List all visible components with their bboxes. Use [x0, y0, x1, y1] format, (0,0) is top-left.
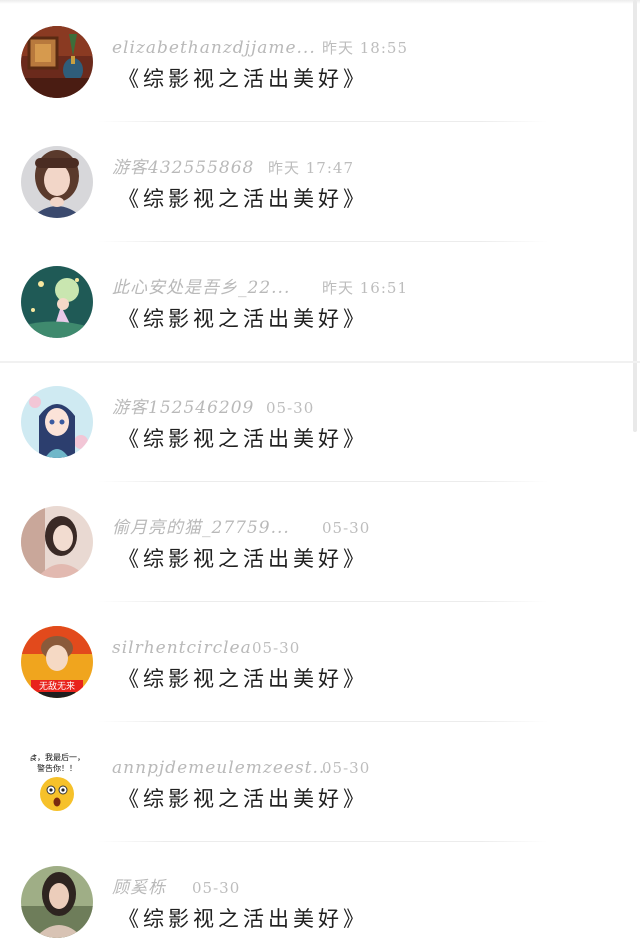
comment-screen: elizabethanzdjjame... 昨天 18:55 《综影视之活出美好… [0, 0, 640, 951]
username[interactable]: 顾奚栎 [112, 878, 166, 898]
comment-meta: 顾奚栎 05-30 [112, 876, 239, 900]
comment-item[interactable]: 食，我最后一， 警告你！！ annpjdemeulemzeest... 05-3… [0, 722, 630, 842]
comment-text: 《综影视之活出美好》 [118, 667, 368, 691]
timestamp: 05-30 [192, 879, 241, 897]
username[interactable]: silrhentcirclea [112, 638, 252, 658]
username[interactable]: elizabethanzdjjame... [112, 38, 316, 58]
comment-item[interactable]: 此心安处是吾乡_22... 昨天 16:51 《综影视之活出美好》 [0, 242, 630, 362]
idol-avatar[interactable]: 无敌无来 [21, 626, 93, 698]
comment-text: 《综影视之活出美好》 [118, 787, 368, 811]
lantern-avatar[interactable] [21, 26, 93, 98]
comment-meta: annpjdemeulemzeest... 05-30 [112, 756, 369, 780]
idol-badge-text: 无敌无来 [39, 680, 75, 692]
username[interactable]: 此心安处是吾乡_22... [112, 278, 290, 298]
emoji-meme-avatar[interactable]: 食，我最后一， 警告你！！ [21, 746, 93, 818]
comment-item[interactable]: 游客432555868 昨天 17:47 《综影视之活出美好》 [0, 122, 630, 242]
anime-girl-avatar[interactable] [21, 386, 93, 458]
comment-text: 《综影视之活出美好》 [118, 187, 368, 211]
comment-text: 《综影视之活出美好》 [118, 907, 368, 931]
timestamp: 昨天 16:51 [322, 279, 408, 297]
timestamp: 05-30 [322, 519, 371, 537]
comment-text: 《综影视之活出美好》 [118, 427, 368, 451]
comment-meta: elizabethanzdjjame... 昨天 18:55 [112, 36, 407, 60]
comment-meta: silrhentcirclea 05-30 [112, 636, 299, 660]
fairy-avatar[interactable] [21, 266, 93, 338]
woman-photo-avatar[interactable] [21, 506, 93, 578]
meme-text-line2: 警告你！！ [37, 763, 77, 773]
comment-meta: 偷月亮的猫_27759... 05-30 [112, 516, 369, 540]
timestamp: 昨天 18:55 [322, 39, 408, 57]
timestamp: 05-30 [322, 759, 371, 777]
portrait-avatar[interactable] [21, 866, 93, 938]
username[interactable]: 游客152546209 [112, 398, 254, 418]
comment-item[interactable]: elizabethanzdjjame... 昨天 18:55 《综影视之活出美好… [0, 2, 630, 122]
girl-avatar[interactable] [21, 146, 93, 218]
timestamp: 05-30 [252, 639, 301, 657]
comment-item[interactable]: 游客152546209 05-30 《综影视之活出美好》 [0, 362, 630, 482]
comment-text: 《综影视之活出美好》 [118, 547, 368, 571]
comment-item[interactable]: 无敌无来 silrhentcirclea 05-30 《综影视之活出美好》 [0, 602, 630, 722]
comment-meta: 此心安处是吾乡_22... 昨天 16:51 [112, 276, 407, 300]
comment-item[interactable]: 偷月亮的猫_27759... 05-30 《综影视之活出美好》 [0, 482, 630, 602]
username[interactable]: 偷月亮的猫_27759... [112, 518, 290, 538]
comment-text: 《综影视之活出美好》 [118, 307, 368, 331]
comment-meta: 游客152546209 05-30 [112, 396, 313, 420]
scrollbar[interactable] [633, 0, 637, 432]
timestamp: 昨天 17:47 [268, 159, 354, 177]
username[interactable]: annpjdemeulemzeest... [112, 758, 332, 778]
comment-text: 《综影视之活出美好》 [118, 67, 368, 91]
username[interactable]: 游客432555868 [112, 158, 254, 178]
comment-meta: 游客432555868 昨天 17:47 [112, 156, 353, 180]
meme-text-line1: 食，我最后一， [29, 752, 85, 762]
comment-item[interactable]: 顾奚栎 05-30 《综影视之活出美好》 [0, 842, 630, 951]
timestamp: 05-30 [266, 399, 315, 417]
